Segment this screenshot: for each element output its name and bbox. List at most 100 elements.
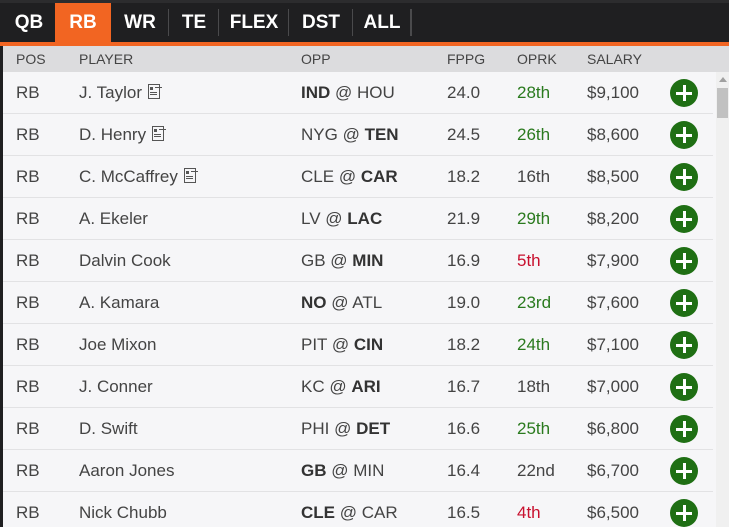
away-team: CLE <box>301 167 335 186</box>
player-name[interactable]: A. Kamara <box>79 293 159 312</box>
player-name[interactable]: D. Swift <box>79 419 138 438</box>
news-icon[interactable] <box>148 84 160 99</box>
player-salary: $7,900 <box>587 251 639 270</box>
player-name-cell: Dalvin Cook <box>79 251 171 271</box>
player-row[interactable]: RB Joe Mixon PIT @ CIN 18.2 24th $7,100 <box>3 324 713 366</box>
column-header-player[interactable]: PLAYER <box>79 51 133 67</box>
opponent-rank: 28th <box>517 83 551 102</box>
opponent-cell: NO @ ATL <box>301 293 382 313</box>
column-header-opp[interactable]: OPP <box>301 51 331 67</box>
player-name-cell: C. McCaffrey <box>79 167 196 187</box>
opponent-cell: NYG @ TEN <box>301 125 399 145</box>
add-player-button[interactable] <box>670 457 698 485</box>
add-player-button[interactable] <box>670 163 698 191</box>
player-row[interactable]: RB D. Swift PHI @ DET 16.6 25th $6,800 <box>3 408 713 450</box>
player-row[interactable]: RB Aaron Jones GB @ MIN 16.4 22nd $6,700 <box>3 450 713 492</box>
opponent-cell: IND @ HOU <box>301 83 395 103</box>
scroll-up-arrow-icon[interactable] <box>719 77 727 82</box>
at-separator: @ <box>335 83 353 102</box>
player-row[interactable]: RB J. Taylor IND @ HOU 24.0 28th $9,100 <box>3 72 713 114</box>
player-name-cell: D. Henry <box>79 125 165 145</box>
at-separator: @ <box>342 125 360 144</box>
opponent-cell: CLE @ CAR <box>301 167 398 187</box>
column-header-pos[interactable]: POS <box>16 51 46 67</box>
add-player-button[interactable] <box>670 79 698 107</box>
player-fppg: 16.9 <box>447 251 481 270</box>
tab-wr[interactable]: WR <box>111 3 169 42</box>
player-position: RB <box>16 167 40 186</box>
column-header-fppg[interactable]: FPPG <box>447 51 485 67</box>
tab-dst[interactable]: DST <box>289 3 353 42</box>
add-player-button[interactable] <box>670 289 698 317</box>
player-salary: $7,600 <box>587 293 639 312</box>
add-player-button[interactable] <box>670 121 698 149</box>
home-team: ATL <box>352 293 383 312</box>
player-row[interactable]: RB A. Kamara NO @ ATL 19.0 23rd $7,600 <box>3 282 713 324</box>
player-position: RB <box>16 335 40 354</box>
add-player-button[interactable] <box>670 205 698 233</box>
add-player-button[interactable] <box>670 499 698 527</box>
at-separator: @ <box>339 503 357 522</box>
away-team: NO <box>301 293 327 312</box>
add-player-button[interactable] <box>670 415 698 443</box>
player-name[interactable]: Joe Mixon <box>79 335 156 354</box>
player-name-cell: Aaron Jones <box>79 461 174 481</box>
tab-label: TE <box>181 11 207 33</box>
opponent-rank: 29th <box>517 209 551 228</box>
player-position: RB <box>16 503 40 522</box>
player-name[interactable]: J. Conner <box>79 377 153 396</box>
column-header-oprk[interactable]: OPRK <box>517 51 557 67</box>
add-player-button[interactable] <box>670 331 698 359</box>
away-team: CLE <box>301 503 335 522</box>
away-team: PHI <box>301 419 330 438</box>
player-row[interactable]: RB Dalvin Cook GB @ MIN 16.9 5th $7,900 <box>3 240 713 282</box>
player-row[interactable]: RB C. McCaffrey CLE @ CAR 18.2 16th $8,500 <box>3 156 713 198</box>
away-team: NYG <box>301 125 338 144</box>
opponent-rank: 24th <box>517 335 551 354</box>
opponent-cell: CLE @ CAR <box>301 503 398 523</box>
news-icon[interactable] <box>152 126 165 141</box>
tab-qb[interactable]: QB <box>3 3 55 42</box>
tab-te[interactable]: TE <box>169 3 219 42</box>
player-name[interactable]: A. Ekeler <box>79 209 148 228</box>
player-salary: $8,600 <box>587 125 639 144</box>
scrollbar[interactable] <box>716 72 729 527</box>
player-row[interactable]: RB D. Henry NYG @ TEN 24.5 26th $8,600 <box>3 114 713 156</box>
player-row[interactable]: RB J. Conner KC @ ARI 16.7 18th $7,000 <box>3 366 713 408</box>
column-header-salary[interactable]: SALARY <box>587 51 642 67</box>
player-name[interactable]: D. Henry <box>79 125 146 144</box>
tab-all[interactable]: ALL <box>353 3 411 42</box>
player-fppg: 16.5 <box>447 503 481 522</box>
player-name-cell: Joe Mixon <box>79 335 156 355</box>
player-name[interactable]: C. McCaffrey <box>79 167 178 186</box>
tab-flex[interactable]: FLEX <box>219 3 289 42</box>
tab-rb[interactable]: RB <box>55 3 111 42</box>
player-position: RB <box>16 83 40 102</box>
home-team: CIN <box>353 335 384 354</box>
position-tabs: QB RB WR TE FLEX DST ALL <box>0 0 729 42</box>
player-position: RB <box>16 125 40 144</box>
add-player-button[interactable] <box>670 373 698 401</box>
player-name[interactable]: Aaron Jones <box>79 461 174 480</box>
player-name[interactable]: J. Taylor <box>79 83 142 102</box>
player-fppg: 24.5 <box>447 125 481 144</box>
player-position: RB <box>16 377 40 396</box>
player-row[interactable]: RB A. Ekeler LV @ LAC 21.9 29th $8,200 <box>3 198 713 240</box>
home-team: LAC <box>347 209 383 228</box>
scroll-thumb[interactable] <box>717 88 728 118</box>
player-fppg: 24.0 <box>447 83 481 102</box>
player-salary: $9,100 <box>587 83 639 102</box>
player-name[interactable]: Dalvin Cook <box>79 251 171 270</box>
at-separator: @ <box>330 251 348 270</box>
add-player-button[interactable] <box>670 247 698 275</box>
away-team: KC <box>301 377 325 396</box>
player-name-cell: J. Conner <box>79 377 153 397</box>
player-salary: $6,500 <box>587 503 639 522</box>
away-team: LV <box>301 209 321 228</box>
player-name[interactable]: Nick Chubb <box>79 503 167 522</box>
player-row[interactable]: RB Nick Chubb CLE @ CAR 16.5 4th $6,500 <box>3 492 713 527</box>
player-name-cell: Nick Chubb <box>79 503 167 523</box>
player-position: RB <box>16 419 40 438</box>
table-header: POS PLAYER OPP FPPG OPRK SALARY <box>3 46 729 72</box>
news-icon[interactable] <box>183 168 196 183</box>
